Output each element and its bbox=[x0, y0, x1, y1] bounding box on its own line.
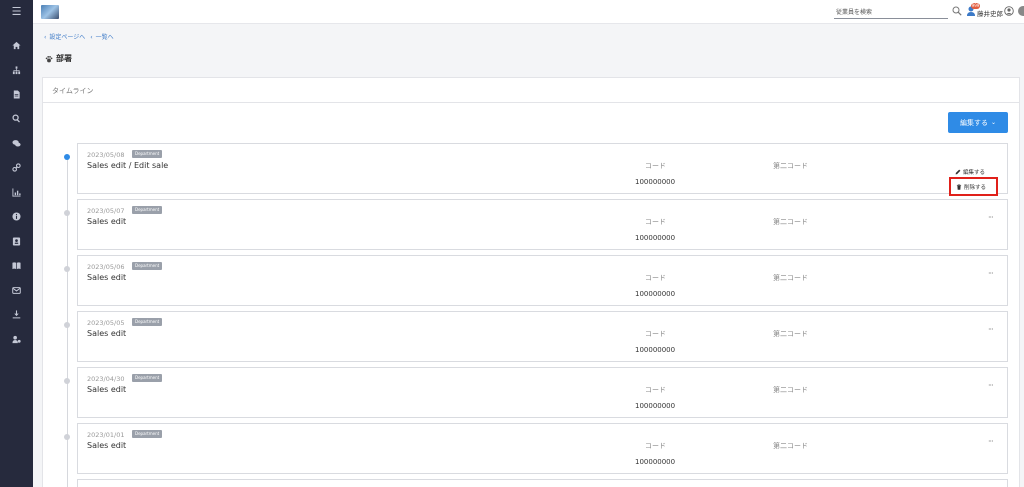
breadcrumb: ‹ 設定ページへ ‹ 一覧へ bbox=[44, 32, 117, 41]
entry-type-badge: Department bbox=[132, 150, 163, 158]
paw-icon bbox=[45, 55, 53, 62]
entry-code-label: コード bbox=[645, 386, 666, 394]
entry-type-badge: Department bbox=[132, 374, 163, 382]
timeline-dot bbox=[64, 266, 70, 272]
more-options-button[interactable]: ··· bbox=[988, 325, 994, 334]
entry-code-label: コード bbox=[645, 330, 666, 338]
timeline-entry[interactable]: 2023/01/01 Department Sales edit コード 100… bbox=[77, 423, 1008, 474]
download-icon[interactable] bbox=[0, 307, 33, 321]
search-icon[interactable] bbox=[952, 6, 962, 16]
info-icon[interactable] bbox=[0, 209, 33, 223]
contact-card-icon[interactable] bbox=[0, 234, 33, 248]
entry-code-value: 100000000 bbox=[635, 402, 676, 410]
context-menu-delete-label: 削除する bbox=[964, 184, 987, 191]
employee-search-input[interactable]: 従業員を検索 bbox=[834, 7, 948, 19]
home-icon[interactable] bbox=[0, 38, 33, 52]
pencil-icon bbox=[955, 169, 961, 174]
entry-date: 2023/05/08 bbox=[87, 151, 125, 159]
breadcrumb-list-link[interactable]: 一覧へ bbox=[96, 34, 114, 41]
timeline-dot bbox=[64, 210, 70, 216]
entry-code2-label: 第二コード bbox=[773, 442, 808, 450]
entry-code-label: コード bbox=[645, 162, 666, 170]
entry-title: Sales edit bbox=[87, 385, 127, 394]
entry-code-label: コード bbox=[645, 218, 666, 226]
timeline-entry[interactable]: 2023/05/05 Department Sales edit コード 100… bbox=[77, 311, 1008, 362]
edit-button-label: 編集する bbox=[959, 118, 988, 127]
breadcrumb-back-icon: ‹ bbox=[90, 34, 93, 41]
timeline-dot bbox=[64, 378, 70, 384]
timeline-entry-partial bbox=[77, 479, 1008, 487]
entry-date: 2023/04/30 bbox=[87, 375, 125, 383]
entry-type-badge: Department bbox=[132, 262, 163, 270]
timeline-dot bbox=[64, 322, 70, 328]
company-logo[interactable] bbox=[41, 5, 59, 19]
entry-code-value: 100000000 bbox=[635, 234, 676, 242]
bar-chart-icon[interactable] bbox=[0, 185, 33, 199]
entry-title: Sales edit bbox=[87, 441, 127, 450]
timeline-card-title: タイムライン bbox=[43, 78, 1019, 103]
edit-dropdown-button[interactable]: 編集する ⌄ bbox=[948, 112, 1008, 133]
page-title-area: 部署 bbox=[45, 53, 72, 64]
more-options-button[interactable]: ··· bbox=[988, 437, 994, 446]
entry-date: 2023/05/05 bbox=[87, 319, 125, 327]
chat-icon[interactable] bbox=[0, 136, 33, 150]
page-title: 部署 bbox=[56, 54, 72, 63]
more-options-button[interactable]: ··· bbox=[988, 381, 994, 390]
entry-title: Sales edit bbox=[87, 217, 127, 226]
user-name[interactable]: 藤井史郎 bbox=[977, 8, 1003, 18]
book-icon[interactable] bbox=[0, 258, 33, 272]
entry-title: Sales edit bbox=[87, 329, 127, 338]
entry-type-badge: Department bbox=[132, 430, 163, 438]
entry-type-badge: Department bbox=[132, 206, 163, 214]
timeline-entry[interactable]: 2023/05/07 Department Sales edit コード 100… bbox=[77, 199, 1008, 250]
document-icon[interactable] bbox=[0, 87, 33, 101]
entry-code-label: コード bbox=[645, 274, 666, 282]
search-icon[interactable] bbox=[0, 111, 33, 125]
entry-code2-label: 第二コード bbox=[773, 386, 808, 394]
entry-code2-label: 第二コード bbox=[773, 162, 808, 170]
sidebar: ☰ bbox=[0, 0, 33, 487]
more-options-icon[interactable] bbox=[1018, 6, 1024, 16]
menu-icon[interactable]: ☰ bbox=[0, 4, 33, 18]
more-options-button[interactable]: ··· bbox=[988, 213, 994, 222]
profile-icon[interactable] bbox=[1004, 6, 1014, 16]
timeline-entry[interactable]: 2023/05/08 Department Sales edit / Edit … bbox=[77, 143, 1008, 194]
more-options-button[interactable]: ··· bbox=[988, 269, 994, 278]
entry-title: Sales edit bbox=[87, 273, 127, 282]
entry-code-value: 100000000 bbox=[635, 458, 676, 466]
context-menu-edit-label: 編集する bbox=[963, 169, 986, 176]
context-menu-delete[interactable]: 削除する bbox=[949, 177, 998, 196]
entry-code-value: 100000000 bbox=[635, 290, 676, 298]
trash-icon bbox=[956, 183, 962, 190]
user-settings-icon[interactable] bbox=[0, 332, 33, 346]
entry-date: 2023/01/01 bbox=[87, 431, 125, 439]
entry-code2-label: 第二コード bbox=[773, 218, 808, 226]
entry-code2-label: 第二コード bbox=[773, 330, 808, 338]
org-chart-icon[interactable] bbox=[0, 63, 33, 77]
entry-code-label: コード bbox=[645, 442, 666, 450]
entry-date: 2023/05/07 bbox=[87, 207, 125, 215]
link-icon[interactable] bbox=[0, 160, 33, 174]
timeline-entry[interactable]: 2023/04/30 Department Sales edit コード 100… bbox=[77, 367, 1008, 418]
timeline-dot bbox=[64, 154, 70, 160]
chevron-down-icon: ⌄ bbox=[990, 119, 997, 126]
entry-date: 2023/05/06 bbox=[87, 263, 125, 271]
entry-code2-label: 第二コード bbox=[773, 274, 808, 282]
breadcrumb-settings-link[interactable]: 設定ページへ bbox=[49, 34, 85, 41]
timeline-dot bbox=[64, 434, 70, 440]
entry-title: Sales edit / Edit sale bbox=[87, 161, 169, 170]
entry-code-value: 100000000 bbox=[635, 346, 676, 354]
mail-icon[interactable] bbox=[0, 283, 33, 297]
breadcrumb-back-icon: ‹ bbox=[44, 34, 47, 41]
timeline-entry[interactable]: 2023/05/06 Department Sales edit コード 100… bbox=[77, 255, 1008, 306]
entry-type-badge: Department bbox=[132, 318, 163, 326]
entry-code-value: 100000000 bbox=[635, 178, 676, 186]
